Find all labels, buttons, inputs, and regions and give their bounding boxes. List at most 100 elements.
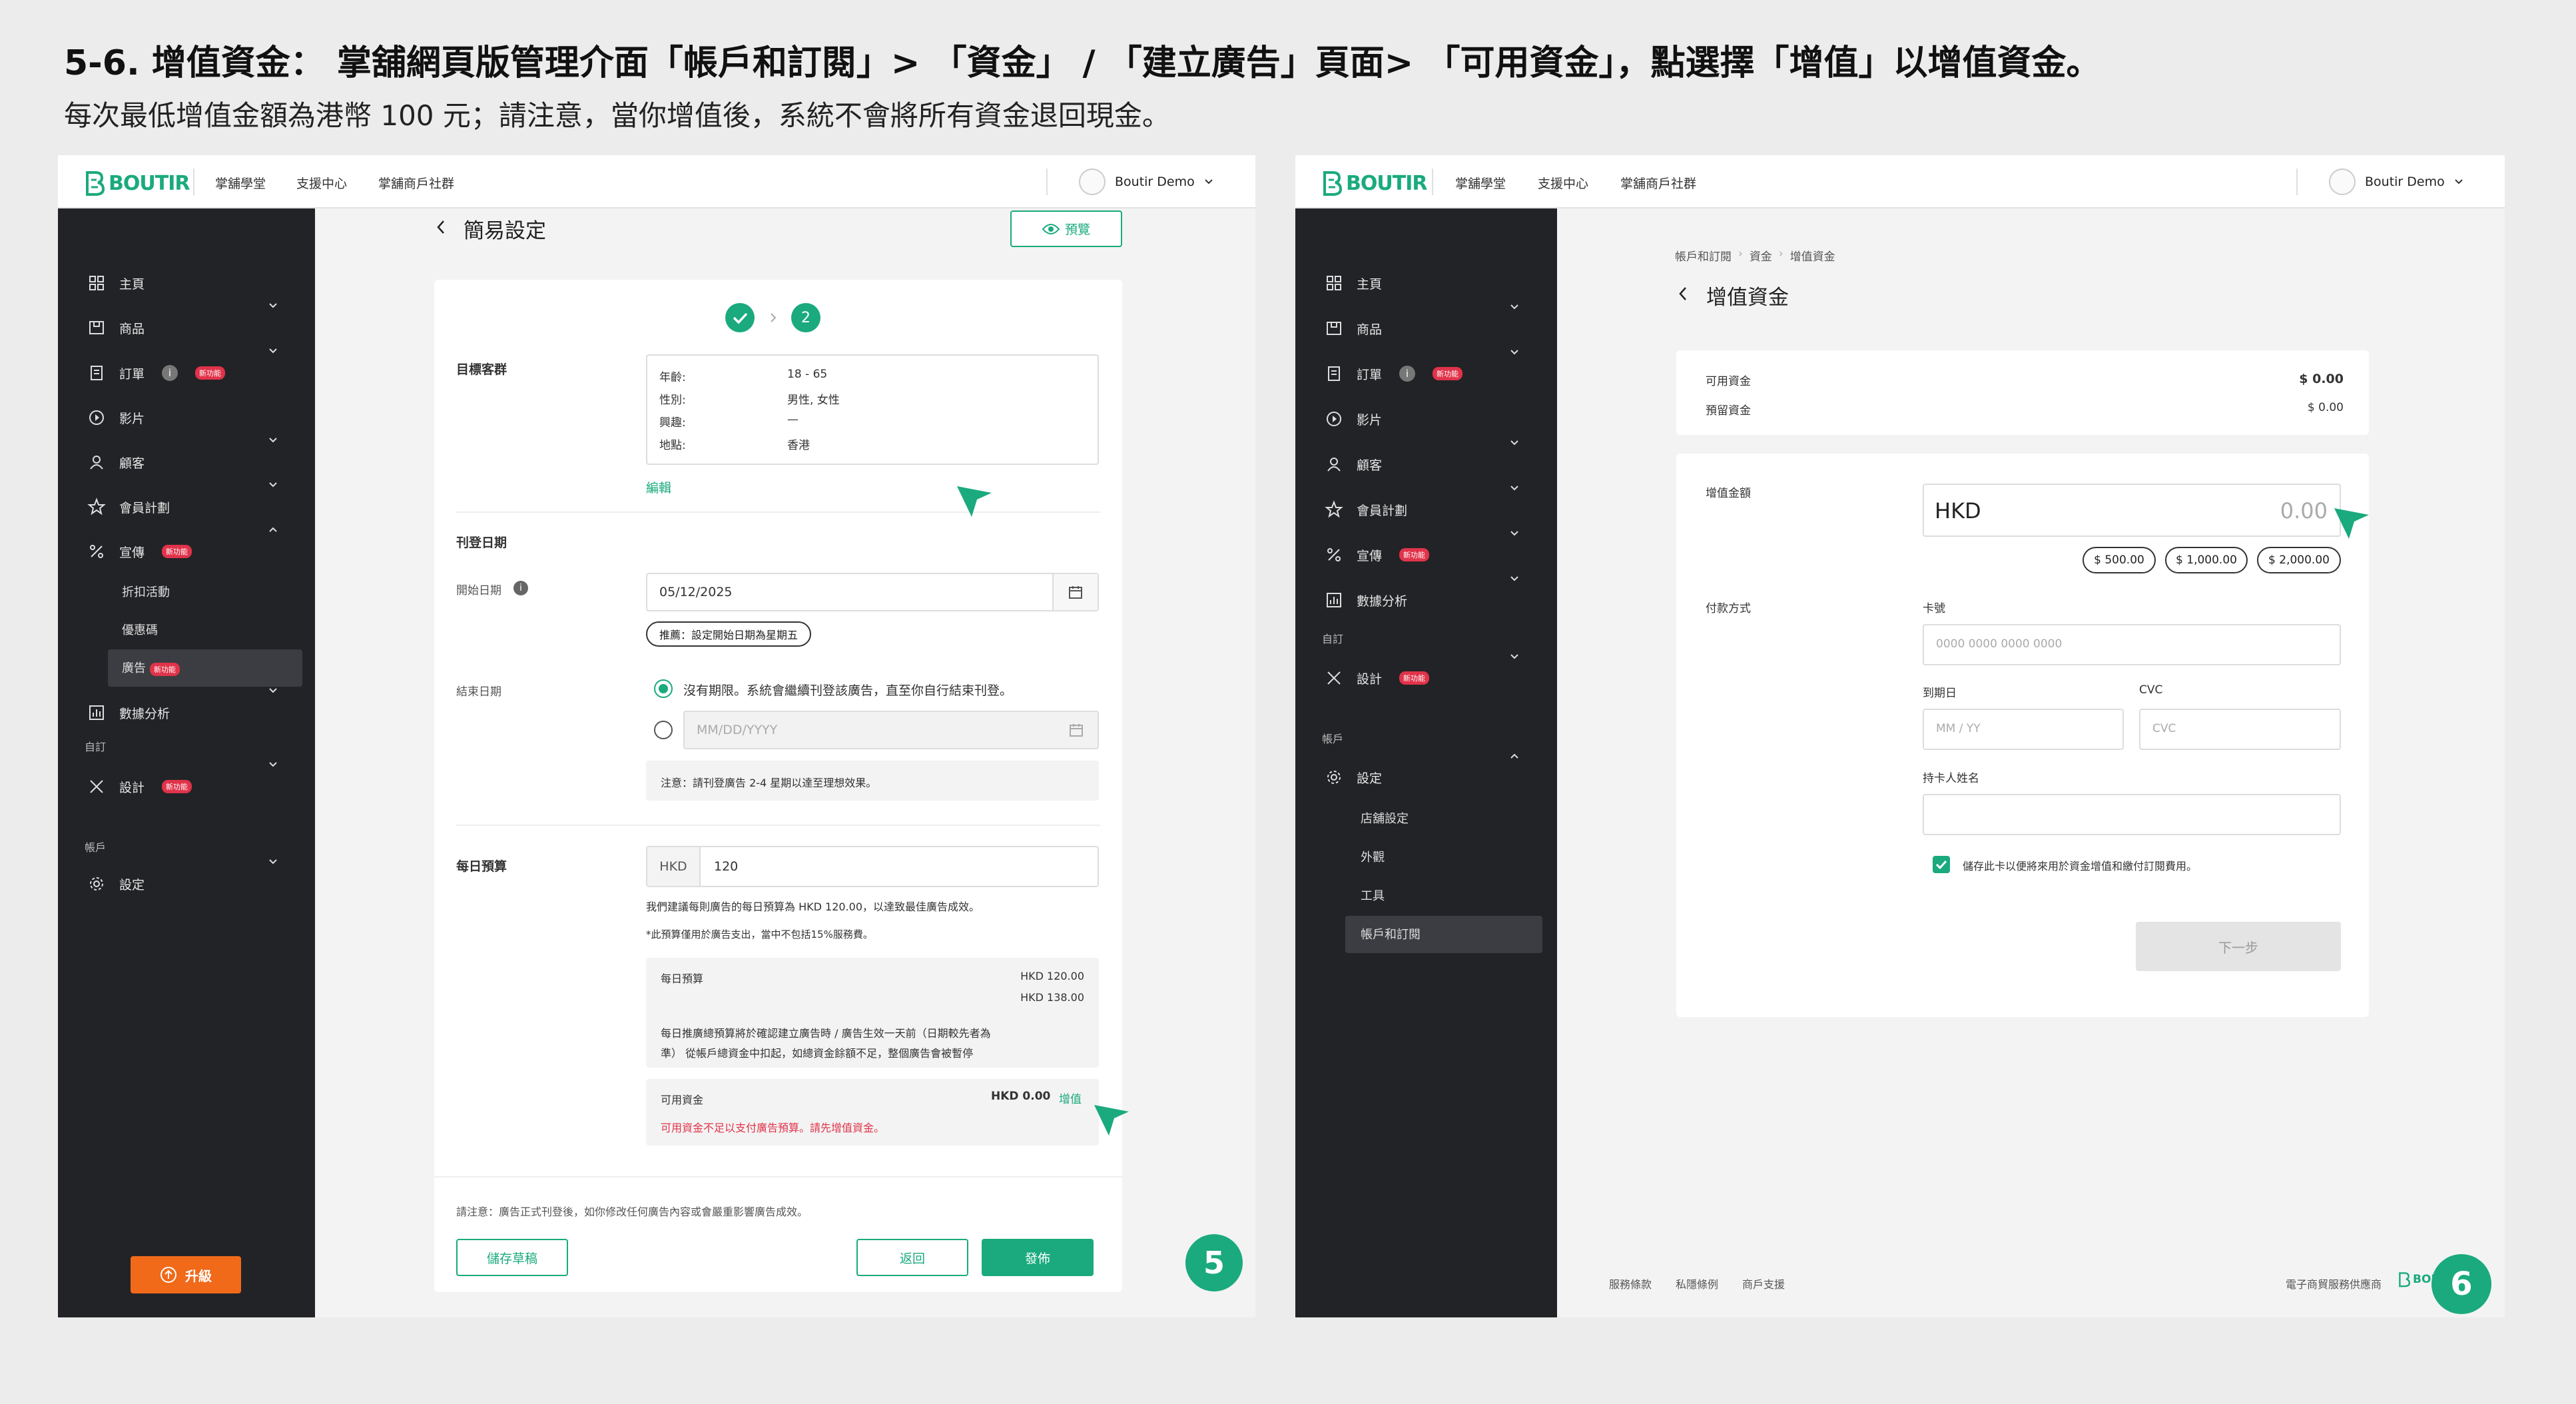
sidebar-item-orders[interactable]: 訂單 i 新功能 [87, 360, 226, 386]
sidebar-item-customers[interactable]: 顧客 [1325, 451, 1382, 478]
funds-warning: 可用資金不足以支付廣告預算。請先增值資金。 [661, 1122, 885, 1134]
start-date-label: 開始日期 [456, 584, 501, 597]
save-draft-button[interactable]: 儲存草稿 [456, 1239, 568, 1276]
recommend-chip[interactable]: 推薦：設定開始日期為星期五 [646, 621, 812, 647]
footer-privacy[interactable]: 私隱條例 [1676, 1275, 1718, 1291]
sidebar-item-design[interactable]: 設計 新功能 [87, 773, 192, 800]
chevron-down-icon [269, 303, 277, 308]
pointer-cursor-icon [1094, 1105, 1129, 1136]
cardholder-input[interactable] [1923, 794, 2341, 835]
grid-icon [87, 274, 106, 292]
preset-500-button[interactable]: $ 500.00 [2083, 547, 2156, 573]
info-icon: i [1399, 366, 1416, 382]
breadcrumb-account[interactable]: 帳戶和訂閱 [1675, 247, 1732, 264]
edit-audience-link[interactable]: 編輯 [646, 478, 671, 496]
ad-setup-title: 簡易設定 [464, 219, 546, 243]
back-arrow-icon[interactable] [1676, 285, 1690, 302]
star-icon [87, 498, 106, 516]
chevron-down-icon [269, 438, 277, 443]
info-icon: i [162, 365, 178, 381]
publish-button[interactable]: 發佈 [982, 1239, 1094, 1276]
breadcrumb: 帳戶和訂閱 › 資金 › 增值資金 [1675, 247, 1835, 264]
user-menu[interactable]: Boutir Demo [1079, 169, 1213, 195]
chevron-down-icon [269, 482, 277, 488]
nav-community[interactable]: 掌舖商戶社群 [1620, 174, 1696, 192]
nav-community[interactable]: 掌舖商戶社群 [378, 174, 454, 192]
gear-icon [87, 875, 106, 893]
new-badge: 新功能 [1399, 548, 1430, 561]
back-button[interactable]: 返回 [856, 1239, 968, 1276]
schedule-note: 注意：請刊登廣告 2-4 星期以達至理想效果。 [646, 761, 1099, 801]
nav-support[interactable]: 支援中心 [1538, 174, 1588, 192]
sidebar-sub-account-subscription[interactable]: 帳戶和訂閱 [1361, 925, 1421, 942]
sidebar-item-settings[interactable]: 設定 [1325, 764, 1382, 791]
available-funds-value: $ 0.00 [2299, 372, 2344, 386]
info-icon[interactable]: i [513, 581, 528, 595]
sidebar-item-home[interactable]: 主頁 [87, 270, 145, 296]
sidebar-sub-discount[interactable]: 折扣活動 [122, 583, 170, 600]
star-icon [1325, 500, 1343, 519]
avatar [2329, 169, 2356, 195]
boutir-logo-icon [86, 171, 105, 196]
step-current: 2 [791, 303, 820, 332]
new-badge: 新功能 [1433, 367, 1463, 380]
sidebar-item-membership[interactable]: 會員計劃 [87, 494, 170, 520]
expiry-input[interactable]: MM / YY [1923, 709, 2124, 750]
sidebar-item-products[interactable]: 商品 [87, 314, 145, 341]
save-card-checkbox[interactable] [1933, 856, 1950, 873]
cvc-input[interactable]: CVC [2139, 709, 2341, 750]
sidebar-item-videos[interactable]: 影片 [87, 404, 145, 431]
boutir-logo[interactable]: BOUTIR [1322, 169, 1427, 198]
sidebar-sub-coupon[interactable]: 優惠碼 [122, 621, 158, 638]
avatar [1079, 169, 1106, 195]
sidebar-sub-ads[interactable]: 廣告 新功能 [122, 659, 180, 676]
user-name: Boutir Demo [1115, 175, 1195, 189]
tools-icon [1325, 669, 1343, 687]
boutir-logo[interactable]: BOUTIR [85, 169, 190, 198]
preset-2000-button[interactable]: $ 2,000.00 [2257, 547, 2341, 573]
sidebar-item-videos[interactable]: 影片 [1325, 406, 1382, 432]
amount-input[interactable]: HKD 0.00 [1923, 484, 2341, 537]
next-button[interactable]: 下一步 [2136, 922, 2341, 971]
topup-link[interactable]: 增值 [1059, 1090, 1082, 1106]
radio-no-end-selected[interactable] [654, 679, 673, 698]
card-number-input[interactable]: 0000 0000 0000 0000 [1923, 624, 2341, 665]
sidebar-item-promotion[interactable]: 宣傳 新功能 [1325, 541, 1430, 568]
chart-icon [1325, 591, 1343, 609]
sidebar-item-analytics[interactable]: 數據分析 [1325, 587, 1407, 613]
breadcrumb-funds[interactable]: 資金 [1750, 247, 1772, 264]
sidebar-item-customers[interactable]: 顧客 [87, 449, 145, 476]
sidebar-item-settings[interactable]: 設定 [87, 871, 145, 897]
footer-terms[interactable]: 服務條款 [1609, 1275, 1652, 1291]
sidebar-item-membership[interactable]: 會員計劃 [1325, 496, 1407, 523]
boutir-logo-icon [2399, 1272, 2410, 1287]
sidebar-item-promotion[interactable]: 宣傳 新功能 [87, 538, 192, 565]
nav-academy[interactable]: 掌舖學堂 [215, 174, 266, 192]
sidebar-item-orders[interactable]: 訂單 i 新功能 [1325, 360, 1463, 387]
sidebar-sub-tools[interactable]: 工具 [1361, 886, 1385, 904]
budget-input[interactable]: HKD 120 [646, 846, 1099, 887]
end-date-input[interactable]: MM/DD/YYYY [683, 711, 1099, 749]
sidebar-item-analytics[interactable]: 數據分析 [87, 699, 170, 726]
no-end-text: 沒有期限。系統會繼續刊登該廣告，直至你自行結束刊登。 [683, 683, 1013, 698]
preset-1000-button[interactable]: $ 1,000.00 [2165, 547, 2248, 573]
upgrade-button[interactable]: 升級 [131, 1256, 241, 1293]
sidebar-item-design[interactable]: 設計 新功能 [1325, 665, 1430, 691]
user-menu[interactable]: Boutir Demo [2329, 169, 2463, 195]
sidebar-item-products[interactable]: 商品 [1325, 315, 1382, 342]
back-arrow-icon[interactable] [434, 218, 448, 236]
preview-button[interactable]: 預覽 [1010, 210, 1122, 247]
nav-academy[interactable]: 掌舖學堂 [1455, 174, 1506, 192]
sidebar-section-account: 帳戶 [85, 841, 107, 854]
gear-icon [1325, 768, 1343, 787]
chevron-down-icon [1510, 304, 1518, 310]
radio-end-date[interactable] [654, 721, 673, 739]
nav-support[interactable]: 支援中心 [296, 174, 347, 192]
start-date-input[interactable]: 05/12/2025 [646, 573, 1099, 611]
sidebar-sub-store-settings[interactable]: 店舖設定 [1361, 809, 1409, 827]
sidebar-sub-appearance[interactable]: 外觀 [1361, 848, 1385, 865]
calendar-icon[interactable] [1052, 574, 1098, 610]
sidebar-item-home[interactable]: 主頁 [1325, 270, 1382, 296]
sidebar-section-custom: 自訂 [85, 741, 107, 753]
footer-support[interactable]: 商戶支援 [1742, 1275, 1785, 1291]
